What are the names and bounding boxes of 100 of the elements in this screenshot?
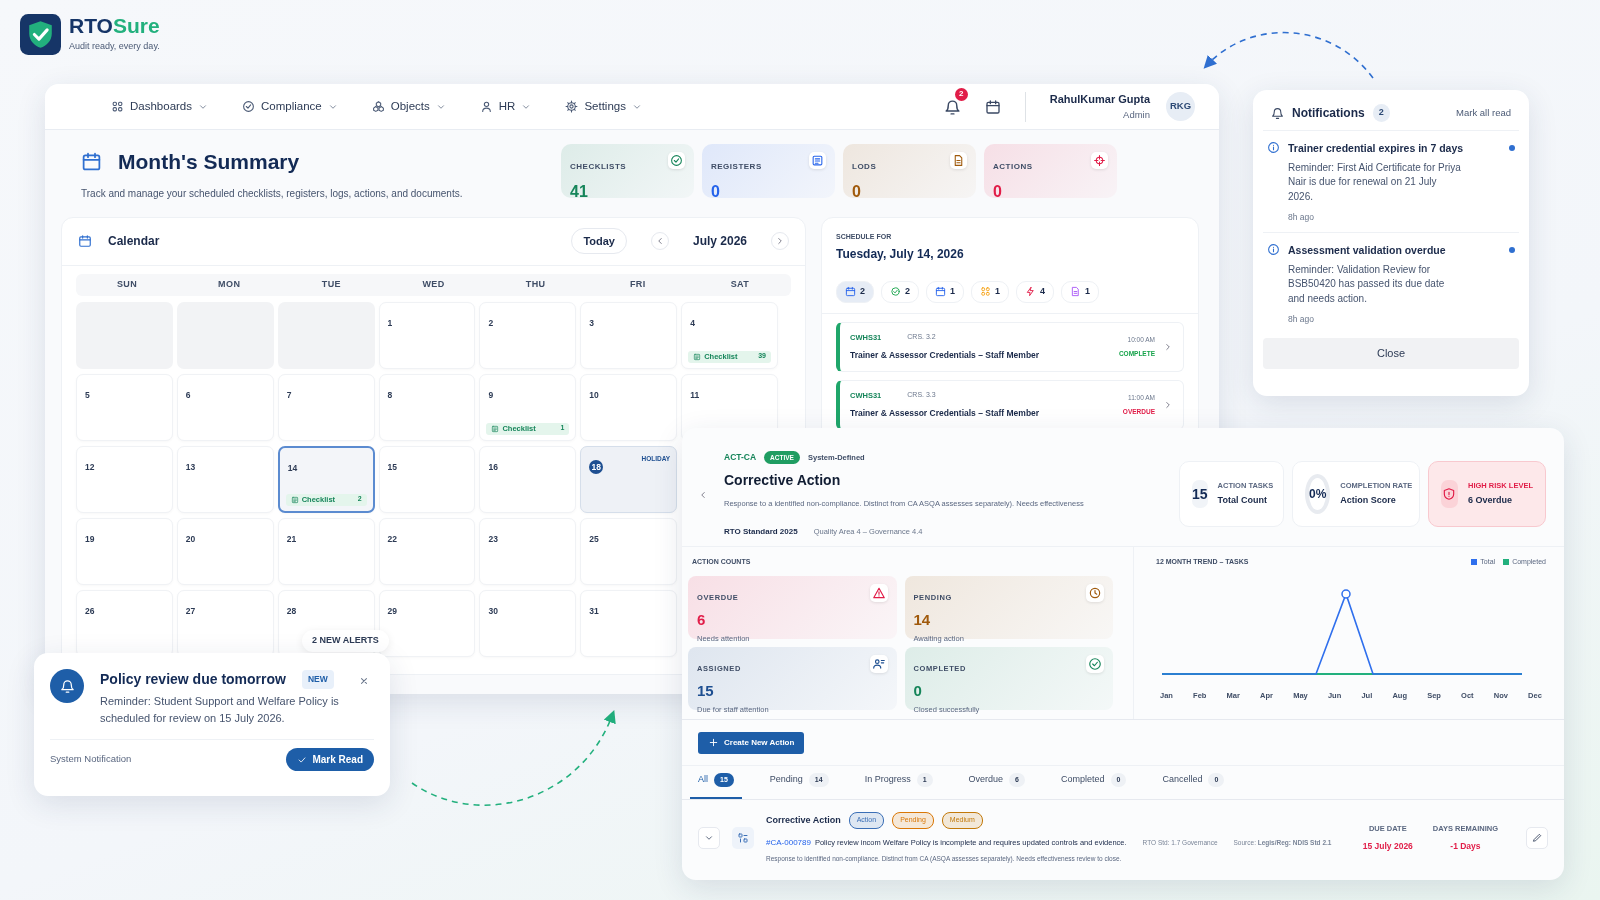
day-cell[interactable]: 23 bbox=[479, 517, 577, 585]
page-title: Month's Summary bbox=[118, 149, 300, 175]
pencil-icon bbox=[1531, 832, 1543, 844]
weekday-label: SUN bbox=[115, 277, 139, 291]
check-icon bbox=[668, 152, 685, 169]
nav-menu[interactable]: HR bbox=[471, 93, 540, 120]
filter-chip[interactable]: 1 bbox=[926, 281, 965, 303]
chevron-right-icon bbox=[1163, 342, 1173, 352]
calendar-title: Calendar bbox=[108, 233, 160, 250]
day-number: 2 bbox=[488, 316, 494, 330]
toast-source: System Notification bbox=[50, 752, 132, 767]
count-badge: 2 bbox=[1372, 104, 1390, 122]
day-cell[interactable]: 13 bbox=[176, 445, 274, 513]
grid-icon bbox=[980, 286, 992, 298]
days-remaining: -1 Days bbox=[1449, 839, 1482, 853]
filter-chip[interactable]: 1 bbox=[1061, 281, 1100, 303]
day-cell[interactable]: 25 bbox=[580, 517, 678, 585]
day-number: 5 bbox=[85, 388, 90, 402]
lightning-icon bbox=[1025, 286, 1037, 298]
day-cell[interactable]: 6 bbox=[176, 373, 274, 441]
day-cell[interactable]: 16 bbox=[479, 445, 577, 513]
mark-read-button[interactable]: Mark Read bbox=[286, 748, 374, 772]
day-number: 26 bbox=[85, 604, 95, 618]
day-number: 23 bbox=[488, 532, 498, 546]
day-cell[interactable]: 1 bbox=[378, 301, 476, 369]
filter-chip[interactable]: 2 bbox=[881, 281, 920, 303]
next-button[interactable] bbox=[771, 232, 789, 250]
filter-chip[interactable]: 4 bbox=[1016, 281, 1055, 303]
day-number: 28 bbox=[286, 604, 297, 618]
today-button[interactable]: Today bbox=[571, 227, 627, 255]
day-cell[interactable]: 2 bbox=[479, 301, 577, 369]
filter-chip[interactable]: 2 bbox=[836, 281, 874, 303]
metric-subtitle: Action Score bbox=[1340, 494, 1397, 508]
user-role: Admin bbox=[1122, 107, 1150, 122]
bell-icon bbox=[59, 678, 75, 694]
clock-icon bbox=[1086, 583, 1104, 602]
day-number: 11 bbox=[690, 388, 700, 402]
stat-card[interactable]: CHECKLISTS 41 bbox=[561, 144, 694, 198]
day-number: 19 bbox=[85, 532, 95, 546]
weekday-label: MON bbox=[217, 277, 242, 291]
check-circle-icon bbox=[890, 286, 901, 298]
stat-card[interactable]: LODS 0 bbox=[843, 144, 976, 198]
day-cell[interactable]: 31 bbox=[580, 589, 678, 657]
day-cell[interactable]: 3 bbox=[580, 301, 678, 369]
day-cell[interactable]: 20 bbox=[176, 517, 274, 585]
day-cell[interactable]: 7 bbox=[277, 373, 375, 441]
alerts-pill[interactable]: 2 NEW ALERTS bbox=[302, 630, 389, 652]
item-title: Trainer & Assessor Credentials – Staff Member bbox=[850, 407, 1041, 420]
notification-title: Assessment validation overdue bbox=[1288, 243, 1447, 258]
day-cell[interactable]: 8 bbox=[378, 373, 476, 441]
day-number: 16 bbox=[488, 460, 498, 474]
metric-value: 15 bbox=[1192, 480, 1208, 508]
weekday-label: SAT bbox=[729, 277, 751, 291]
expand-button[interactable] bbox=[698, 826, 720, 849]
task-type-icon bbox=[737, 831, 749, 844]
day-number: 21 bbox=[286, 532, 297, 546]
day-cell[interactable]: 10 bbox=[580, 373, 678, 441]
filter-chip[interactable]: 1 bbox=[971, 281, 1010, 303]
nav-menu[interactable]: Objects bbox=[363, 93, 454, 120]
due-date: 15 July 2026 bbox=[1362, 839, 1413, 853]
day-cell[interactable]: 22 bbox=[378, 517, 476, 585]
check-icon bbox=[297, 754, 308, 765]
create-button[interactable]: Create New Action bbox=[698, 731, 805, 754]
count-value: 0 bbox=[913, 680, 923, 701]
stat-card[interactable]: REGISTERS 0 bbox=[702, 144, 835, 198]
weekday-label: FRI bbox=[628, 277, 647, 291]
mark-all-read-link[interactable]: Mark all read bbox=[1456, 105, 1511, 121]
day-cell[interactable]: 15 bbox=[378, 445, 476, 513]
day-cell[interactable]: 29 bbox=[378, 589, 476, 657]
day-number: 31 bbox=[589, 604, 599, 618]
close-button[interactable]: Close bbox=[1263, 338, 1519, 369]
brand-name: RTOSure bbox=[69, 15, 160, 37]
toast-message: Reminder: Student Support and Welfare Policy is scheduled for review on 15 July 2026. bbox=[100, 694, 340, 727]
user-avatar[interactable]: RKG bbox=[1166, 92, 1195, 121]
day-cell[interactable]: 12 bbox=[76, 445, 173, 513]
nav-menu[interactable]: Compliance bbox=[234, 93, 346, 120]
day-number: 4 bbox=[690, 316, 695, 330]
checklist-icon bbox=[290, 495, 299, 504]
count-value: 15 bbox=[697, 680, 715, 701]
nav-menu[interactable]: Settings bbox=[557, 93, 650, 120]
day-number: 20 bbox=[185, 532, 196, 546]
day-cell[interactable]: 19 bbox=[76, 517, 173, 585]
stat-card[interactable]: ACTIONS 0 bbox=[984, 144, 1117, 198]
day-number: 3 bbox=[589, 316, 594, 330]
record-link[interactable]: #CA-000789 bbox=[766, 836, 811, 849]
standard-name: RTO Standard 2025 bbox=[724, 525, 798, 538]
day-number: 7 bbox=[286, 388, 292, 402]
month-label: July 2026 bbox=[692, 233, 747, 250]
edit-button[interactable] bbox=[1526, 826, 1548, 849]
calendar-icon bbox=[984, 99, 1001, 116]
day-cell[interactable]: 30 bbox=[479, 589, 577, 657]
day-cell[interactable]: 21 bbox=[277, 517, 375, 585]
day-number: 29 bbox=[387, 604, 398, 618]
day-number: 12 bbox=[85, 460, 95, 474]
day-number: 25 bbox=[589, 532, 599, 546]
nav-menu[interactable]: Dashboards bbox=[103, 93, 216, 120]
day-cell[interactable]: 5 bbox=[76, 373, 173, 441]
weekday-label: TUE bbox=[320, 277, 342, 291]
stat-label: ACTIONS bbox=[993, 161, 1033, 173]
person-icon bbox=[479, 100, 493, 113]
